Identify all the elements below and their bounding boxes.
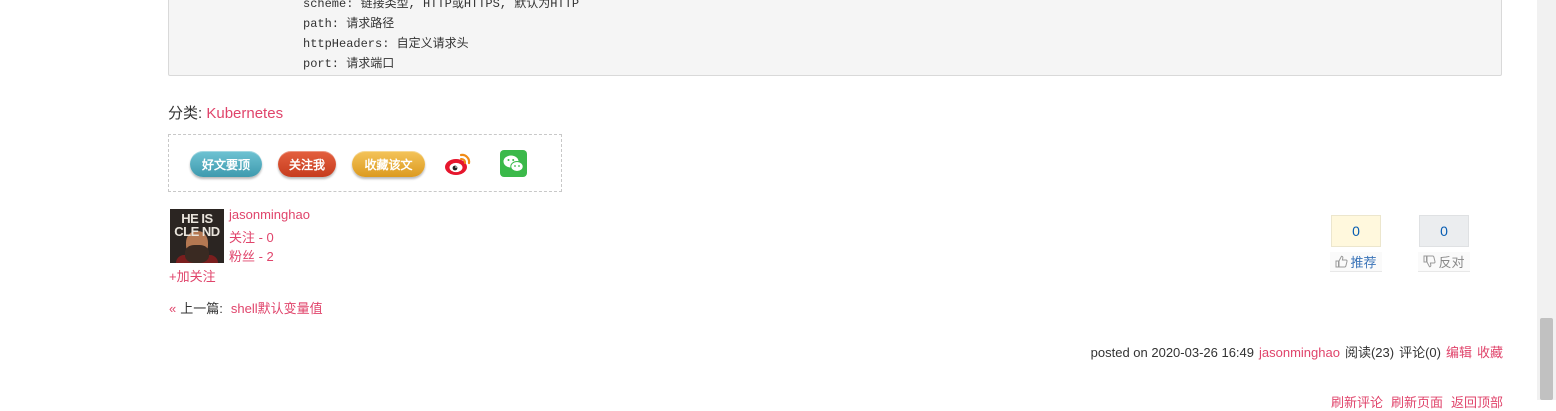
favorite-link[interactable]: 收藏 — [1477, 345, 1503, 360]
digg-count[interactable]: 0 — [1331, 215, 1381, 247]
bury-vote-button[interactable]: 反对 — [1418, 252, 1470, 272]
author-fans-count[interactable]: 粉丝 - 2 — [229, 246, 274, 265]
avatar[interactable]: HE IS CLE ND — [170, 209, 224, 263]
thumbs-up-icon — [1335, 255, 1349, 268]
follow-button[interactable]: 关注我 — [278, 151, 336, 177]
bury-label: 反对 — [1438, 255, 1465, 270]
bottom-links: 刷新评论 刷新页面 返回顶部 — [1323, 392, 1503, 411]
category-label: 分类: — [168, 105, 203, 122]
code-line: httpHeaders: 自定义请求头 — [303, 37, 469, 51]
prev-post-link[interactable]: shell默认变量值 — [231, 301, 323, 316]
post-info: posted on 2020-03-26 16:49 jasonminghao 阅读… — [1086, 342, 1503, 361]
post-author-link[interactable]: jasonminghao — [1259, 345, 1340, 360]
avatar-beard — [185, 245, 209, 263]
post-date: posted on 2020-03-26 16:49 — [1090, 345, 1254, 360]
author-following-count[interactable]: 关注 - 0 — [229, 227, 274, 246]
scrollbar-thumb[interactable] — [1540, 318, 1553, 400]
add-follow-link[interactable]: +加关注 — [169, 266, 216, 285]
author-name-link[interactable]: jasonminghao — [229, 207, 310, 222]
weibo-icon[interactable] — [444, 150, 472, 178]
code-line: port: 请求端口 — [303, 57, 395, 71]
prev-label: 上一篇: — [180, 301, 223, 316]
edit-link[interactable]: 编辑 — [1446, 345, 1472, 360]
code-block: scheme: 链接类型, HTTP或HTTPS, 默认为HTTP path: … — [168, 0, 1502, 76]
comment-count: 评论(0) — [1399, 345, 1441, 360]
read-count: 阅读(23) — [1344, 345, 1395, 360]
category-link[interactable]: Kubernetes — [206, 105, 283, 122]
bury-count[interactable]: 0 — [1419, 215, 1469, 247]
code-line: path: 请求路径 — [303, 17, 395, 31]
favorite-button[interactable]: 收藏该文 — [352, 151, 425, 177]
post-category: 分类: Kubernetes — [168, 102, 283, 123]
refresh-comments-link[interactable]: 刷新评论 — [1331, 395, 1383, 410]
prev-arrow-icon: « — [169, 301, 177, 316]
code-line: scheme: 链接类型, HTTP或HTTPS, 默认为HTTP — [303, 0, 580, 11]
prev-post-nav: «上一篇: shell默认变量值 — [169, 298, 323, 317]
share-box: 好文要顶 关注我 收藏该文 — [168, 134, 562, 192]
avatar-text: HE IS CLE ND — [174, 211, 220, 239]
back-to-top-link[interactable]: 返回顶部 — [1451, 395, 1503, 410]
digg-label: 推荐 — [1350, 255, 1377, 270]
digg-button[interactable]: 好文要顶 — [190, 151, 262, 177]
refresh-page-link[interactable]: 刷新页面 — [1391, 395, 1443, 410]
thumbs-down-icon — [1423, 255, 1437, 268]
wechat-icon[interactable] — [500, 150, 527, 177]
digg-vote-button[interactable]: 推荐 — [1330, 252, 1382, 272]
